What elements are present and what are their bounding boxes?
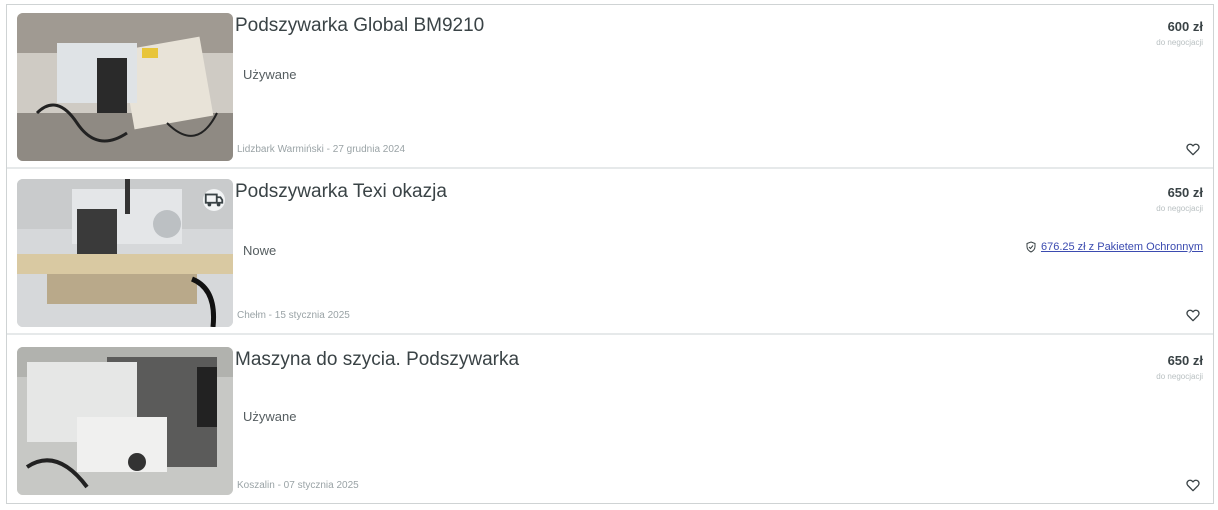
shield-icon xyxy=(1026,241,1036,253)
listing-photo[interactable] xyxy=(17,347,233,495)
listing-negotiable: do negocjacji xyxy=(1156,38,1203,47)
listing-title[interactable]: Maszyna do szycia. Podszywarka xyxy=(235,349,519,371)
listing-location-date: Koszalin - 07 stycznia 2025 xyxy=(237,480,359,491)
listing-photo[interactable] xyxy=(17,179,233,327)
listing-price: 650 zł xyxy=(1167,185,1203,200)
heart-icon[interactable] xyxy=(1185,477,1201,493)
listing-negotiable: do negocjacji xyxy=(1156,372,1203,381)
listing-card[interactable]: Podszywarka Texi okazja Nowe Chełm - 15 … xyxy=(7,171,1213,335)
listing-condition: Używane xyxy=(243,67,297,82)
listing-title[interactable]: Podszywarka Global BM9210 xyxy=(235,15,484,37)
listing-results: Podszywarka Global BM9210 Używane Lidzba… xyxy=(6,4,1214,504)
protection-price-label[interactable]: 676.25 zł z Pakietem Ochronnym xyxy=(1041,241,1203,253)
listing-location-date: Chełm - 15 stycznia 2025 xyxy=(237,310,350,321)
heart-icon[interactable] xyxy=(1185,307,1201,323)
listing-location-date: Lidzbark Warmiński - 27 grudnia 2024 xyxy=(237,144,406,155)
listing-condition: Używane xyxy=(243,409,297,424)
listing-price: 650 zł xyxy=(1167,353,1203,368)
listing-title[interactable]: Podszywarka Texi okazja xyxy=(235,181,447,203)
truck-badge-icon xyxy=(203,189,225,211)
heart-icon[interactable] xyxy=(1185,141,1201,157)
protection-package-link[interactable]: 676.25 zł z Pakietem Ochronnym xyxy=(1025,241,1203,253)
listing-photo[interactable] xyxy=(17,13,233,161)
listing-negotiable: do negocjacji xyxy=(1156,204,1203,213)
listing-price: 600 zł xyxy=(1167,19,1203,34)
listing-card[interactable]: Podszywarka Global BM9210 Używane Lidzba… xyxy=(7,5,1213,169)
listing-card[interactable]: Maszyna do szycia. Podszywarka Używane K… xyxy=(7,339,1213,503)
listing-condition: Nowe xyxy=(243,243,277,258)
